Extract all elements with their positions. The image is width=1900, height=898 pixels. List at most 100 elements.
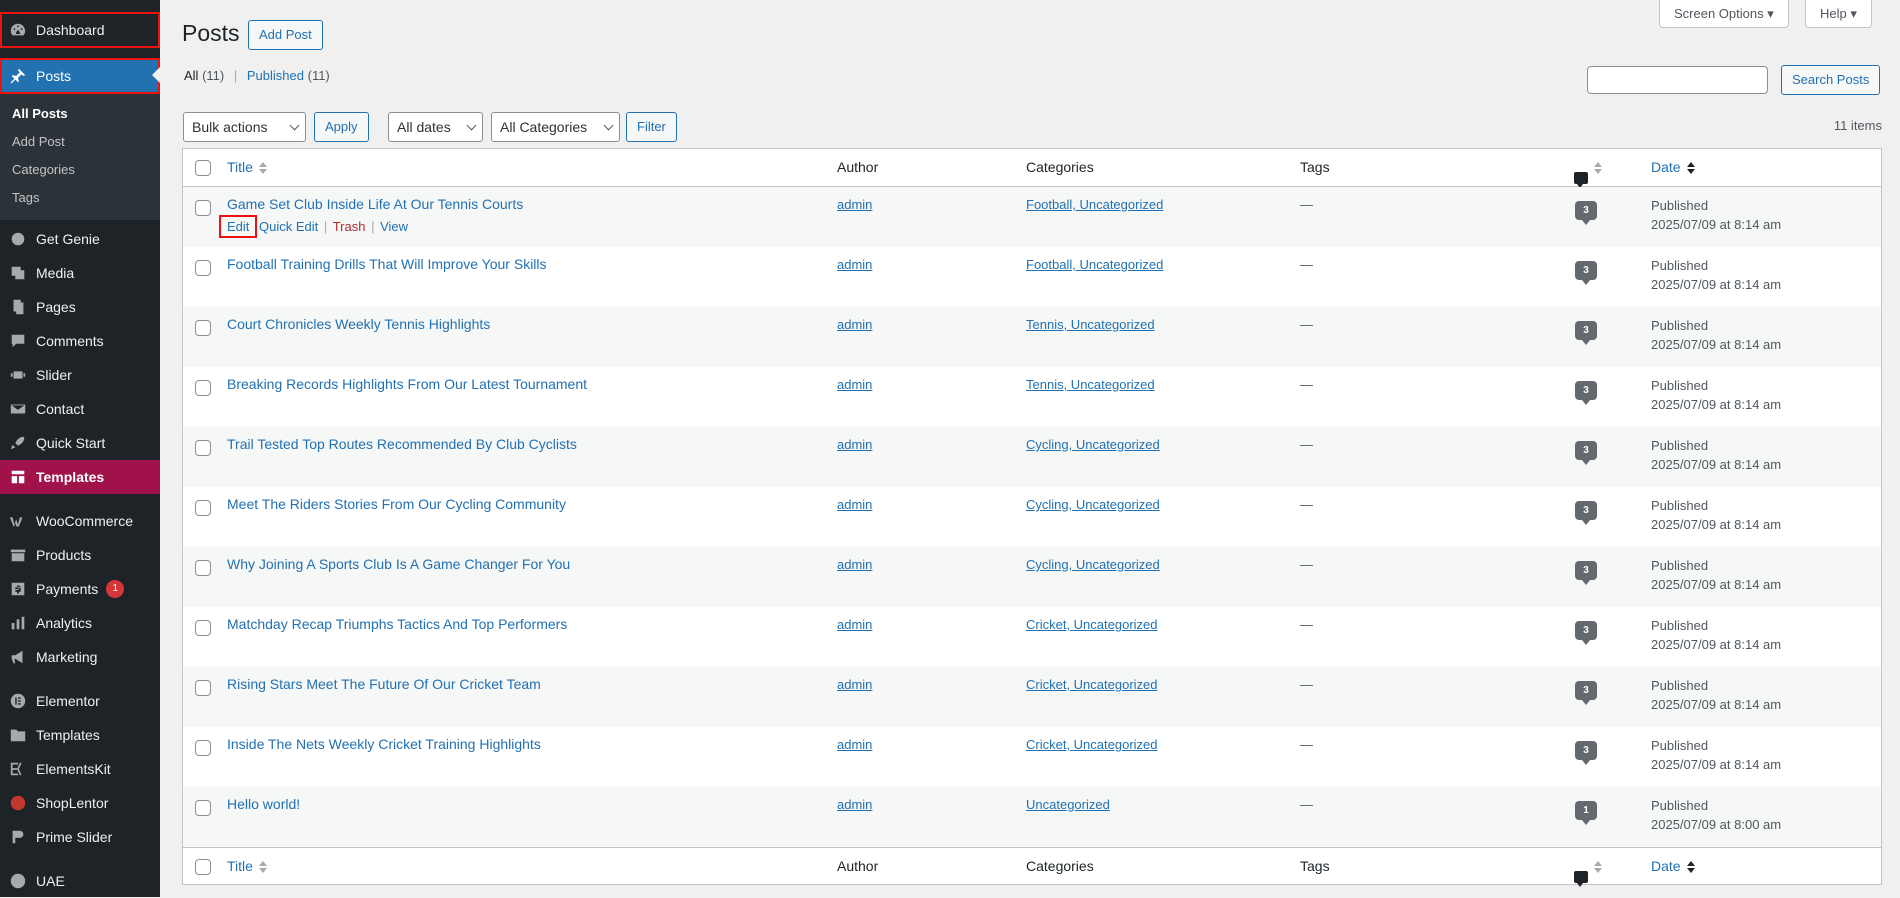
row-checkbox[interactable] — [195, 800, 211, 816]
post-title-link[interactable]: Game Set Club Inside Life At Our Tennis … — [227, 196, 523, 212]
comment-count-badge[interactable]: 3 — [1575, 321, 1597, 345]
col-title-header[interactable]: Title — [227, 159, 267, 175]
comment-count-badge[interactable]: 3 — [1575, 261, 1597, 285]
menu-shoplentor[interactable]: ShopLentor — [0, 786, 160, 820]
menu-contact[interactable]: Contact — [0, 392, 160, 426]
post-title-link[interactable]: Why Joining A Sports Club Is A Game Chan… — [227, 556, 570, 572]
menu-elementor[interactable]: Elementor — [0, 684, 160, 718]
view-link[interactable]: View — [380, 219, 408, 234]
author-link[interactable]: admin — [837, 497, 872, 512]
categories-link[interactable]: Tennis, Uncategorized — [1026, 377, 1155, 392]
comment-count-badge[interactable]: 3 — [1575, 561, 1597, 585]
comment-count-badge[interactable]: 3 — [1575, 501, 1597, 525]
row-checkbox[interactable] — [195, 680, 211, 696]
categories-link[interactable]: Cycling, Uncategorized — [1026, 557, 1160, 572]
submenu-add-post[interactable]: Add Post — [0, 128, 160, 156]
comment-count-badge[interactable]: 3 — [1575, 441, 1597, 465]
menu-products[interactable]: Products — [0, 538, 160, 572]
menu-dashboard[interactable]: Dashboard — [0, 12, 160, 48]
post-title-link[interactable]: Matchday Recap Triumphs Tactics And Top … — [227, 616, 567, 632]
row-checkbox[interactable] — [195, 440, 211, 456]
submenu-categories[interactable]: Categories — [0, 156, 160, 184]
comment-count-badge[interactable]: 3 — [1575, 681, 1597, 705]
post-title-link[interactable]: Inside The Nets Weekly Cricket Training … — [227, 736, 541, 752]
submenu-tags[interactable]: Tags — [0, 184, 160, 212]
categories-link[interactable]: Cricket, Uncategorized — [1026, 617, 1158, 632]
menu-payments[interactable]: Payments 1 — [0, 572, 160, 606]
col-title-footer[interactable]: Title — [227, 858, 267, 874]
screen-options-tab[interactable]: Screen Options ▾ — [1659, 0, 1789, 28]
categories-link[interactable]: Cycling, Uncategorized — [1026, 437, 1160, 452]
row-checkbox[interactable] — [195, 560, 211, 576]
categories-select[interactable]: All Categories — [491, 112, 620, 142]
categories-link[interactable]: Cricket, Uncategorized — [1026, 737, 1158, 752]
menu-posts[interactable]: Posts — [0, 58, 160, 94]
select-all-checkbox-footer[interactable] — [195, 859, 211, 875]
author-link[interactable]: admin — [837, 377, 872, 392]
trash-link[interactable]: Trash — [333, 219, 366, 234]
post-title-link[interactable]: Football Training Drills That Will Impro… — [227, 256, 547, 272]
search-posts-button[interactable]: Search Posts — [1781, 65, 1881, 95]
menu-marketing[interactable]: Marketing — [0, 640, 160, 674]
comment-count-badge[interactable]: 3 — [1575, 381, 1597, 405]
author-link[interactable]: admin — [837, 797, 872, 812]
author-link[interactable]: admin — [837, 617, 872, 632]
author-link[interactable]: admin — [837, 437, 872, 452]
col-title-link[interactable]: Title — [227, 159, 253, 175]
row-checkbox[interactable] — [195, 500, 211, 516]
row-checkbox[interactable] — [195, 260, 211, 276]
comment-count-badge[interactable]: 3 — [1575, 741, 1597, 765]
select-all-checkbox[interactable] — [195, 160, 211, 176]
col-date-footer-link[interactable]: Date — [1651, 858, 1681, 874]
menu-slider[interactable]: Slider — [0, 358, 160, 392]
row-checkbox[interactable] — [195, 380, 211, 396]
view-all-link[interactable]: All (11) — [184, 68, 224, 83]
add-post-button[interactable]: Add Post — [248, 20, 323, 50]
view-published-link[interactable]: Published (11) — [247, 68, 330, 83]
apply-button[interactable]: Apply — [314, 112, 369, 142]
author-link[interactable]: admin — [837, 557, 872, 572]
menu-elementskit[interactable]: ElementsKit — [0, 752, 160, 786]
menu-templates[interactable]: Templates — [0, 718, 160, 752]
post-title-link[interactable]: Court Chronicles Weekly Tennis Highlight… — [227, 316, 490, 332]
col-comments-footer[interactable] — [1574, 858, 1602, 888]
edit-link[interactable]: Edit — [218, 215, 258, 238]
col-date-header[interactable]: Date — [1651, 159, 1695, 175]
comment-count-badge[interactable]: 3 — [1575, 621, 1597, 645]
dates-select[interactable]: All dates — [388, 112, 483, 142]
col-title-footer-link[interactable]: Title — [227, 858, 253, 874]
post-title-link[interactable]: Rising Stars Meet The Future Of Our Cric… — [227, 676, 541, 692]
post-title-link[interactable]: Hello world! — [227, 796, 300, 812]
row-checkbox[interactable] — [195, 620, 211, 636]
menu-quick-start[interactable]: Quick Start — [0, 426, 160, 460]
submenu-all-posts[interactable]: All Posts — [0, 100, 160, 128]
categories-link[interactable]: Football, Uncategorized — [1026, 257, 1163, 272]
bulk-actions-select[interactable]: Bulk actions — [183, 112, 306, 142]
col-comments-header[interactable] — [1574, 159, 1602, 189]
filter-button[interactable]: Filter — [626, 112, 677, 142]
post-title-link[interactable]: Trail Tested Top Routes Recommended By C… — [227, 436, 577, 452]
menu-woocommerce[interactable]: WooCommerce — [0, 504, 160, 538]
menu-media[interactable]: Media — [0, 256, 160, 290]
row-checkbox[interactable] — [195, 320, 211, 336]
author-link[interactable]: admin — [837, 197, 872, 212]
categories-link[interactable]: Cricket, Uncategorized — [1026, 677, 1158, 692]
menu-analytics[interactable]: Analytics — [0, 606, 160, 640]
row-checkbox[interactable] — [195, 740, 211, 756]
search-input[interactable] — [1587, 66, 1768, 94]
categories-link[interactable]: Uncategorized — [1026, 797, 1110, 812]
menu-get-genie[interactable]: Get Genie — [0, 222, 160, 256]
menu-templates-highlight[interactable]: Templates — [0, 460, 160, 494]
help-tab[interactable]: Help ▾ — [1805, 0, 1872, 28]
author-link[interactable]: admin — [837, 737, 872, 752]
author-link[interactable]: admin — [837, 677, 872, 692]
menu-pages[interactable]: Pages — [0, 290, 160, 324]
menu-prime-slider[interactable]: Prime Slider — [0, 820, 160, 854]
categories-link[interactable]: Tennis, Uncategorized — [1026, 317, 1155, 332]
categories-link[interactable]: Cycling, Uncategorized — [1026, 497, 1160, 512]
comment-count-badge[interactable]: 3 — [1575, 201, 1597, 225]
menu-uae[interactable]: UAE — [0, 864, 160, 898]
post-title-link[interactable]: Meet The Riders Stories From Our Cycling… — [227, 496, 566, 512]
col-date-link[interactable]: Date — [1651, 159, 1681, 175]
author-link[interactable]: admin — [837, 257, 872, 272]
